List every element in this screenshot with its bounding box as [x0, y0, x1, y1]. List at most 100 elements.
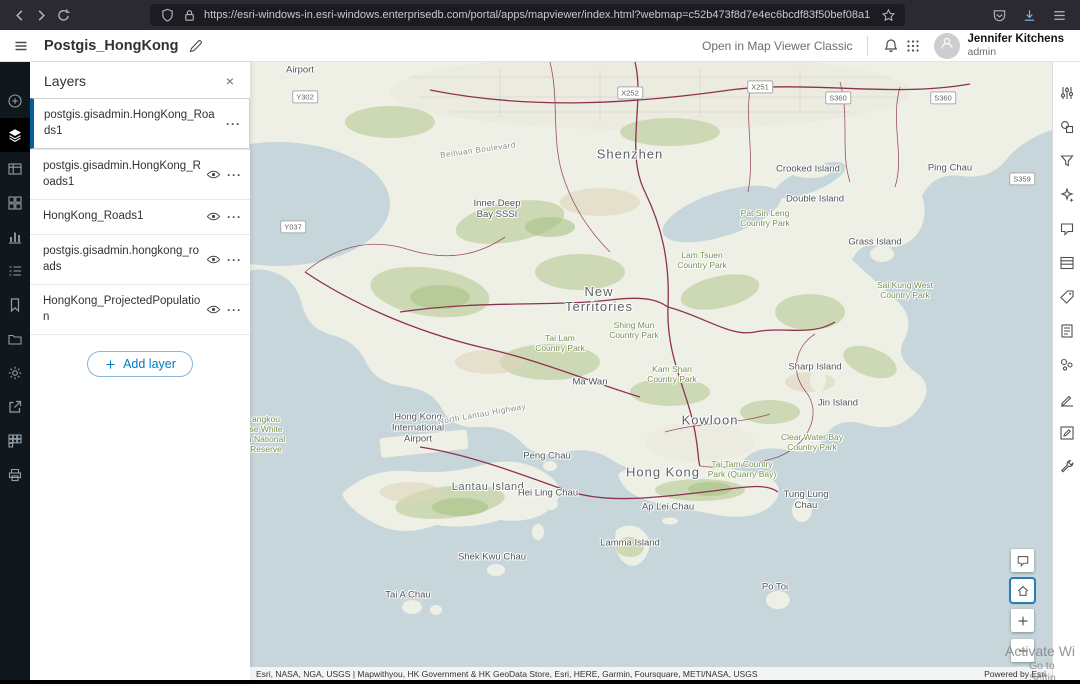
aggregation-icon[interactable]: [1053, 348, 1080, 382]
layer-options-icon[interactable]: ···: [226, 117, 241, 131]
layer-label: HongKong_ProjectedPopulation: [43, 294, 201, 325]
fields-icon[interactable]: [1053, 246, 1080, 280]
visibility-eye-icon[interactable]: [206, 302, 222, 318]
map-label: Jin Island: [818, 398, 858, 409]
map-label: Pat Sin Leng Country Park: [740, 208, 790, 228]
layer-label: postgis.gisadmin.HongKong_Roads1: [43, 159, 201, 190]
map-label: Ap Lei Chau: [642, 502, 694, 513]
zoom-in-button[interactable]: [1011, 609, 1034, 632]
layer-options-icon[interactable]: ···: [227, 303, 242, 317]
map-title: Postgis_HongKong: [44, 38, 179, 54]
back-icon[interactable]: [8, 4, 30, 26]
road-shield: X251: [747, 80, 773, 93]
plus-icon: [104, 358, 117, 371]
map-label: Peng Chau: [523, 451, 571, 462]
close-panel-icon[interactable]: ×: [222, 73, 238, 89]
app-launcher-icon[interactable]: [902, 35, 924, 57]
styles-icon[interactable]: [1053, 110, 1080, 144]
map-label: Double Island: [786, 194, 844, 205]
shield-icon[interactable]: [156, 4, 178, 26]
tools-icon[interactable]: [1053, 450, 1080, 484]
layer-item[interactable]: HongKong_Roads1···: [30, 199, 250, 234]
map-label: Beihuan Boulevard: [440, 140, 517, 160]
home-button[interactable]: [1011, 579, 1034, 602]
zoom-out-button[interactable]: [1011, 639, 1034, 662]
print-icon[interactable]: [0, 458, 30, 492]
map-label: Lam Tsuen Country Park: [677, 250, 727, 270]
bookmarks-icon[interactable]: [0, 288, 30, 322]
download-icon[interactable]: [1018, 4, 1040, 26]
layer-label: postgis.gisadmin.hongkong_roads: [43, 244, 201, 275]
pocket-icon[interactable]: [988, 4, 1010, 26]
properties-icon[interactable]: [1053, 76, 1080, 110]
browser-toolbar: https://esri-windows-in.esri-windows.ent…: [0, 0, 1080, 30]
charts-icon[interactable]: [0, 220, 30, 254]
map-label: Kowloon: [682, 413, 739, 428]
map-label: Tung Lung Chau: [783, 489, 828, 511]
basemap-icon[interactable]: [0, 186, 30, 220]
share-icon[interactable]: [0, 390, 30, 424]
map-label: Inner Deep Bay SSSI: [473, 198, 520, 220]
edit-title-icon[interactable]: [185, 35, 207, 57]
add-layer-label: Add layer: [123, 357, 176, 371]
app-header: Postgis_HongKong Open in Map Viewer Clas…: [0, 30, 1080, 62]
tables-icon[interactable]: [0, 152, 30, 186]
layer-item[interactable]: HongKong_ProjectedPopulation ···: [30, 284, 250, 335]
attribution-text: Esri, NASA, NGA, USGS | Mapwithyou, HK G…: [256, 669, 758, 679]
add-new-icon[interactable]: [0, 84, 30, 118]
road-shield: S359: [1009, 172, 1035, 185]
map-label: Po Toi: [762, 582, 788, 593]
reload-icon[interactable]: [52, 4, 74, 26]
edit-icon[interactable]: [1053, 416, 1080, 450]
forms-icon[interactable]: [1053, 314, 1080, 348]
layer-item[interactable]: postgis.gisadmin.hongkong_roads ···: [30, 234, 250, 284]
left-toolbar: [0, 62, 30, 684]
labels-icon[interactable]: [1053, 280, 1080, 314]
map-label: Shing Mun Country Park: [609, 320, 659, 340]
map-label: Hong Kong: [626, 465, 700, 480]
map-label: New Territories: [565, 284, 633, 314]
map-label: Crooked Island: [776, 164, 840, 175]
apps-icon[interactable]: [0, 424, 30, 458]
avatar[interactable]: [934, 33, 960, 59]
forward-icon[interactable]: [30, 4, 52, 26]
visibility-eye-icon[interactable]: [206, 252, 222, 268]
effects-icon[interactable]: [1053, 178, 1080, 212]
map-controls: [1011, 549, 1034, 662]
bookmark-star-icon[interactable]: [877, 4, 899, 26]
user-block: Jennifer Kitchens admin: [968, 33, 1071, 58]
map-label: Grass Island: [848, 237, 901, 248]
popup-dock-button[interactable]: [1011, 549, 1034, 572]
open-classic-link[interactable]: Open in Map Viewer Classic: [702, 39, 853, 53]
hamburger-menu-icon[interactable]: [10, 35, 32, 57]
sketch-icon[interactable]: [1053, 382, 1080, 416]
layer-options-icon[interactable]: ···: [227, 253, 242, 267]
user-role: admin: [968, 46, 1065, 58]
visibility-eye-icon[interactable]: [206, 209, 222, 225]
map-label: Tai A Chau: [385, 590, 430, 601]
address-bar[interactable]: https://esri-windows-in.esri-windows.ent…: [150, 4, 905, 26]
map-properties-icon[interactable]: [0, 356, 30, 390]
layer-list: postgis.gisadmin.HongKong_Roads1···postg…: [30, 98, 250, 335]
add-layer-button[interactable]: Add layer: [87, 351, 193, 377]
powered-by-text: Powered by Esri: [984, 669, 1046, 679]
user-name: Jennifer Kitchens: [968, 33, 1065, 46]
popups-icon[interactable]: [1053, 212, 1080, 246]
map-label: angkou se White n National Reserve: [250, 414, 285, 454]
save-open-icon[interactable]: [0, 322, 30, 356]
map-label: Lamma Island: [600, 538, 660, 549]
map-label: Hei Ling Chau: [518, 488, 578, 499]
layer-item[interactable]: postgis.gisadmin.HongKong_Roads1···: [30, 98, 250, 149]
layer-options-icon[interactable]: ···: [227, 210, 242, 224]
road-shield: Y302: [292, 90, 318, 103]
filter-icon[interactable]: [1053, 144, 1080, 178]
map-attribution: Esri, NASA, NGA, USGS | Mapwithyou, HK G…: [250, 667, 1052, 680]
notifications-icon[interactable]: [880, 35, 902, 57]
layer-options-icon[interactable]: ···: [227, 168, 242, 182]
browser-menu-icon[interactable]: [1048, 4, 1070, 26]
layers-icon[interactable]: [0, 118, 30, 152]
legend-icon[interactable]: [0, 254, 30, 288]
visibility-eye-icon[interactable]: [206, 167, 222, 183]
map-canvas[interactable]: AirportShenzhenBeihuan BoulevardCrooked …: [250, 62, 1052, 684]
layer-item[interactable]: postgis.gisadmin.HongKong_Roads1 ···: [30, 149, 250, 199]
